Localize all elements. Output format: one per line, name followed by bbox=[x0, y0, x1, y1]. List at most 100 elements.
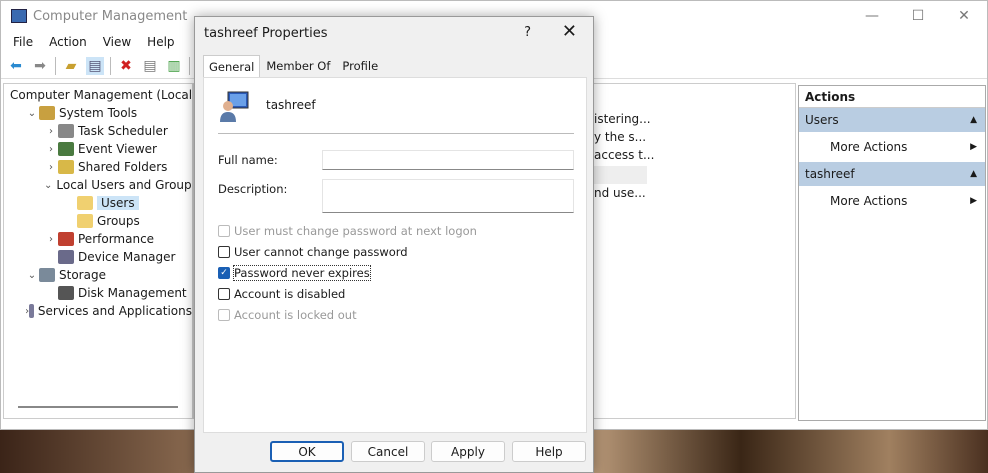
toolbar-separator bbox=[189, 56, 190, 75]
checkbox-icon[interactable] bbox=[218, 288, 230, 300]
help-button[interactable]: ? bbox=[524, 25, 531, 40]
list-item-selected[interactable] bbox=[589, 166, 647, 184]
collapse-icon[interactable]: ▲ bbox=[970, 169, 977, 179]
tree-node[interactable]: Users bbox=[4, 194, 192, 212]
maximize-button[interactable]: ☐ bbox=[895, 1, 941, 31]
collapse-icon[interactable]: ▲ bbox=[970, 115, 977, 125]
checkbox-checked-icon[interactable]: ✓ bbox=[218, 267, 230, 279]
checkbox-option: Account is locked out bbox=[218, 308, 357, 322]
tree-node-label: Device Manager bbox=[78, 250, 176, 264]
horizontal-scrollbar[interactable] bbox=[18, 406, 178, 408]
checkbox-option[interactable]: User cannot change password bbox=[218, 245, 408, 259]
tree-node[interactable]: Disk Management bbox=[4, 284, 192, 302]
checkbox-option[interactable]: ✓ Password never expires bbox=[218, 265, 371, 281]
list-item-description[interactable]: istering... bbox=[594, 112, 651, 126]
checkbox-label: Account is disabled bbox=[234, 287, 346, 301]
checkbox-label: User must change password at next logon bbox=[234, 224, 477, 238]
description-input[interactable] bbox=[322, 179, 574, 213]
apply-button[interactable]: Apply bbox=[431, 441, 505, 462]
tree-node-label: Event Viewer bbox=[78, 142, 157, 156]
tree-node-label: Users bbox=[97, 196, 139, 210]
expand-chevron-icon[interactable]: ⌄ bbox=[25, 270, 39, 281]
group-label: tashreef bbox=[805, 167, 855, 181]
delete-icon[interactable]: ✖ bbox=[117, 57, 135, 75]
tree-node-label: Storage bbox=[59, 268, 106, 282]
tree-node[interactable]: ⌄ Local Users and Groups bbox=[4, 176, 192, 194]
checkbox-icon bbox=[218, 309, 230, 321]
list-item-description[interactable]: nd use... bbox=[594, 186, 646, 200]
expand-chevron-icon[interactable]: › bbox=[44, 162, 58, 173]
console-tree: Computer Management (Local ⌄ System Tools ›… bbox=[3, 83, 193, 419]
back-icon[interactable]: ⬅ bbox=[7, 57, 25, 75]
tree-node[interactable]: Computer Management (Local bbox=[4, 86, 192, 104]
tree-node-label: System Tools bbox=[59, 106, 138, 120]
full-name-input[interactable] bbox=[322, 150, 574, 170]
help-dialog-button[interactable]: Help bbox=[512, 441, 586, 462]
export-list-icon[interactable]: ▥ bbox=[165, 57, 183, 75]
checkbox-label: User cannot change password bbox=[234, 245, 408, 259]
cancel-button[interactable]: Cancel bbox=[351, 441, 425, 462]
dialog-close-button[interactable]: ✕ bbox=[562, 21, 577, 42]
checkbox-icon[interactable] bbox=[218, 246, 230, 258]
tree-node-label: Local Users and Groups bbox=[56, 178, 193, 192]
tree-node[interactable]: › Performance bbox=[4, 230, 192, 248]
tree-node[interactable]: ⌄ System Tools bbox=[4, 104, 192, 122]
expand-chevron-icon[interactable]: › bbox=[44, 234, 58, 245]
checkbox-label: Password never expires bbox=[233, 265, 371, 281]
tree-node[interactable]: ⌄ Storage bbox=[4, 266, 192, 284]
tree-node-icon bbox=[39, 106, 55, 120]
toolbar-separator bbox=[55, 56, 56, 75]
tree-node-icon bbox=[39, 268, 55, 282]
tree-node-label: Task Scheduler bbox=[78, 124, 168, 138]
tree-node[interactable]: › Shared Folders bbox=[4, 158, 192, 176]
ok-button[interactable]: OK bbox=[270, 441, 344, 462]
dialog-title: tashreef Properties bbox=[204, 25, 328, 41]
tree-node[interactable]: › Task Scheduler bbox=[4, 122, 192, 140]
list-item-description[interactable]: access t... bbox=[594, 148, 654, 162]
tree-node-label: Services and Applications bbox=[37, 304, 192, 318]
expand-chevron-icon[interactable]: › bbox=[44, 126, 58, 137]
tree-node[interactable]: › Services and Applications bbox=[4, 302, 192, 320]
tab-bar: General Member Of Profile bbox=[203, 55, 384, 78]
close-button[interactable]: ✕ bbox=[941, 1, 987, 31]
tree-node-label: Computer Management (Local bbox=[10, 88, 193, 102]
actions-header: Actions bbox=[799, 86, 985, 108]
up-folder-icon[interactable]: ▰ bbox=[62, 57, 80, 75]
description-label: Description: bbox=[218, 182, 288, 196]
tree-node[interactable]: Groups bbox=[4, 212, 192, 230]
show-hide-console-tree-icon[interactable]: ▤ bbox=[86, 56, 104, 75]
tree-node-icon bbox=[77, 196, 93, 210]
expand-chevron-icon[interactable]: ⌄ bbox=[25, 108, 39, 119]
tree-node-label: Disk Management bbox=[78, 286, 187, 300]
tab-member-of[interactable]: Member Of bbox=[260, 55, 336, 78]
menu-file[interactable]: File bbox=[5, 35, 41, 49]
tree-node-label: Groups bbox=[97, 214, 140, 228]
actions-group-users[interactable]: Users ▲ bbox=[799, 108, 985, 132]
tree-node-icon bbox=[58, 124, 74, 138]
tab-general[interactable]: General bbox=[203, 55, 261, 78]
checkbox-option[interactable]: Account is disabled bbox=[218, 287, 345, 301]
more-actions-tashreef[interactable]: More Actions ▶ bbox=[799, 186, 985, 216]
list-item-description[interactable]: y the s... bbox=[594, 130, 646, 144]
checkbox-icon bbox=[218, 225, 230, 237]
menu-view[interactable]: View bbox=[95, 35, 139, 49]
expand-chevron-icon[interactable]: ⌄ bbox=[44, 180, 52, 191]
general-tab-panel: tashreef Full name: Description: User mu… bbox=[203, 77, 587, 433]
menu-help[interactable]: Help bbox=[139, 35, 182, 49]
tree-node-label: Performance bbox=[78, 232, 155, 246]
forward-icon[interactable]: ➡ bbox=[31, 57, 49, 75]
minimize-button[interactable]: — bbox=[849, 1, 895, 31]
expand-chevron-icon[interactable]: › bbox=[44, 144, 58, 155]
user-properties-dialog: tashreef Properties ? ✕ General Member O… bbox=[194, 16, 594, 473]
tab-profile[interactable]: Profile bbox=[336, 55, 384, 78]
submenu-arrow-icon: ▶ bbox=[970, 196, 977, 206]
tree-node[interactable]: › Event Viewer bbox=[4, 140, 192, 158]
menu-action[interactable]: Action bbox=[41, 35, 95, 49]
more-actions-users[interactable]: More Actions ▶ bbox=[799, 132, 985, 162]
properties-icon[interactable]: ▤ bbox=[141, 57, 159, 75]
actions-group-tashreef[interactable]: tashreef ▲ bbox=[799, 162, 985, 186]
tree-node-icon bbox=[58, 142, 74, 156]
checkbox-option: User must change password at next logon bbox=[218, 224, 477, 238]
tree-node[interactable]: Device Manager bbox=[4, 248, 192, 266]
window-title: Computer Management bbox=[33, 8, 188, 24]
